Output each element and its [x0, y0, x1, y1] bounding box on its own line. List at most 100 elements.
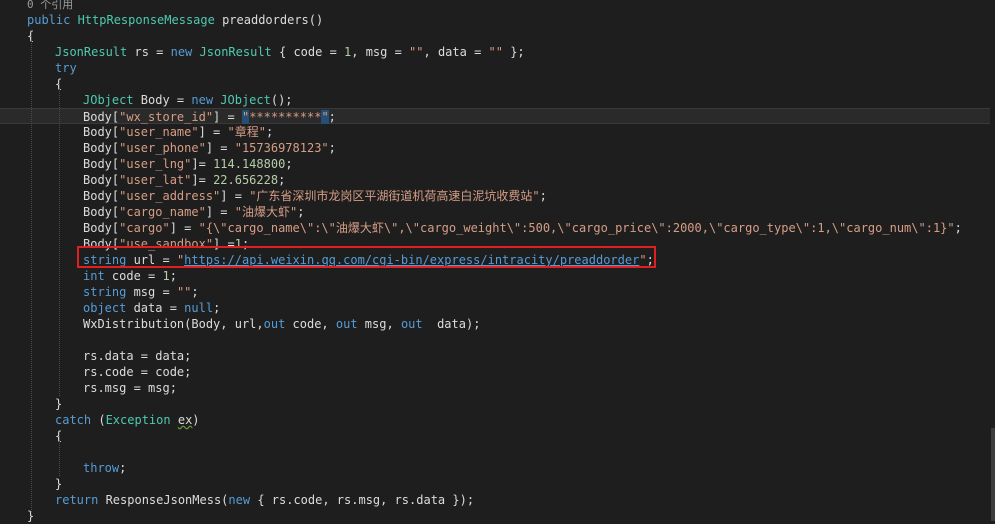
code-token: ; [241, 237, 250, 251]
code-text: WxDistribution(Body, url,out code, out m… [83, 316, 480, 332]
code-line[interactable]: Body["use_sandbox"] =1; [0, 236, 990, 252]
code-token: { code = [271, 45, 345, 59]
code-line[interactable]: 0 个引用 [0, 0, 990, 12]
code-line[interactable]: public HttpResponseMessage preaddorders(… [0, 12, 990, 28]
code-line[interactable]: string url = "https://api.weixin.qq.com/… [0, 252, 990, 268]
code-text: rs.data = data; [83, 348, 191, 364]
code-line[interactable]: } [0, 396, 990, 412]
code-token: int [83, 269, 105, 283]
code-token: }; [502, 45, 525, 59]
code-line[interactable]: Body["cargo"] = "{\"cargo_name\":\"油爆大虾\… [0, 220, 990, 236]
code-token: ( [91, 413, 106, 427]
code-line[interactable]: Body["user_name"] = "章程"; [0, 124, 990, 140]
code-text: Body["user_lng"]= 114.148800; [83, 156, 293, 172]
code-text: Body["cargo_name"] = "油爆大虾"; [83, 204, 304, 220]
code-token: "" [176, 285, 192, 299]
code-line[interactable]: JObject Body = new JObject(); [0, 92, 990, 108]
code-token: ] = [220, 189, 250, 203]
code-line[interactable]: return ResponseJsonMess(new { rs.code, r… [0, 492, 990, 508]
code-token: WxDistribution(Body, url, [83, 317, 264, 331]
code-line[interactable]: int code = 1; [0, 268, 990, 284]
code-line[interactable]: WxDistribution(Body, url,out code, out m… [0, 316, 990, 332]
code-line[interactable]: object data = null; [0, 300, 990, 316]
code-line[interactable]: Body["user_lat"]= 22.656228; [0, 172, 990, 188]
code-line[interactable]: { [0, 76, 990, 92]
scrollbar-edge[interactable] [991, 428, 995, 521]
code-token: , msg = [351, 45, 410, 59]
code-line[interactable]: Body["user_address"] = "广东省深圳市龙岗区平湖街道机荷高… [0, 188, 990, 204]
code-line[interactable] [0, 332, 990, 348]
code-text: string msg = ""; [83, 284, 199, 300]
code-token: ] = [213, 237, 235, 251]
code-line[interactable]: rs.data = data; [0, 348, 990, 364]
code-text: string url = "https://api.weixin.qq.com/… [83, 252, 654, 268]
code-token: "user_address" [119, 189, 221, 203]
code-line[interactable]: rs.msg = msg; [0, 380, 990, 396]
code-line[interactable]: JsonResult rs = new JsonResult { code = … [0, 44, 990, 60]
code-token: code, [285, 317, 336, 331]
code-token: ]= [191, 173, 214, 187]
code-token: Body = [133, 93, 192, 107]
code-text: int code = 1; [83, 268, 177, 284]
code-token: "{\"cargo_name\":\"油爆大虾\",\"cargo_weight… [198, 221, 955, 235]
code-token: ; [278, 173, 286, 187]
code-token: , data = [423, 45, 489, 59]
code-line[interactable]: Body["wx_store_id"] = "**********"; [0, 108, 990, 124]
code-line[interactable]: { [0, 28, 990, 44]
code-token: Body[ [83, 110, 120, 124]
code-token: 22.656228 [213, 173, 279, 187]
code-token: ; [646, 253, 654, 267]
code-token: "user_lat" [119, 173, 192, 187]
code-line[interactable]: } [0, 508, 990, 524]
code-token: 114.148800 [213, 157, 286, 171]
code-text: } [55, 396, 62, 412]
code-token: ; [285, 157, 293, 171]
code-text: throw; [83, 460, 126, 476]
code-line[interactable]: rs.code = code; [0, 364, 990, 380]
code-line[interactable]: catch (Exception ex) [0, 412, 990, 428]
code-line[interactable] [0, 444, 990, 460]
code-token: Body[ [83, 221, 120, 235]
code-line[interactable]: throw; [0, 460, 990, 476]
code-token: "油爆大虾" [234, 205, 298, 219]
code-token: ] = [205, 205, 235, 219]
code-token: "cargo" [119, 221, 170, 235]
code-token: "wx_store_id" [119, 110, 214, 124]
code-token: JObject [83, 93, 134, 107]
code-line[interactable]: string msg = ""; [0, 284, 990, 300]
code-token: " [321, 110, 329, 124]
code-token: msg = [126, 285, 177, 299]
code-line[interactable]: Body["user_lng"]= 114.148800; [0, 156, 990, 172]
code-token: new [170, 45, 200, 59]
code-line[interactable]: Body["user_phone"] = "15736978123"; [0, 140, 990, 156]
code-text: } [55, 476, 62, 492]
code-line[interactable]: try [0, 60, 990, 76]
code-token: msg, [357, 317, 401, 331]
code-text: JsonResult rs = new JsonResult { code = … [55, 44, 525, 60]
code-line[interactable]: { [0, 428, 990, 444]
code-token: ] = [213, 110, 242, 124]
code-text: Body["user_address"] = "广东省深圳市龙岗区平湖街道机荷高… [83, 188, 547, 204]
code-token: ; [191, 285, 199, 299]
code-line[interactable]: } [0, 476, 990, 492]
code-token: throw [83, 461, 120, 475]
code-token: object [83, 301, 127, 315]
code-token: ] = [198, 125, 228, 139]
code-text: JObject Body = new JObject(); [83, 92, 293, 108]
code-line[interactable]: Body["cargo_name"] = "油爆大虾"; [0, 204, 990, 220]
code-text: Body["use_sandbox"] =1; [83, 236, 249, 252]
code-token: } [55, 397, 63, 411]
code-token: Body[ [83, 189, 120, 203]
code-text: object data = null; [83, 300, 220, 316]
code-token: "user_lng" [119, 157, 192, 171]
code-token: string [83, 253, 127, 267]
code-token: https://api.weixin.qq.com/cgi-bin/expres… [184, 253, 640, 267]
code-token: "cargo_name" [119, 205, 206, 219]
code-editor[interactable]: 0 个引用 public HttpResponseMessage preaddor… [0, 0, 995, 524]
code-token: JsonResult [199, 45, 272, 59]
code-text: try [55, 60, 77, 76]
code-token: rs = [127, 45, 171, 59]
code-token: "广东省深圳市龙岗区平湖街道机荷高速白泥坑收费站" [249, 189, 540, 203]
code-token: ; [297, 205, 305, 219]
